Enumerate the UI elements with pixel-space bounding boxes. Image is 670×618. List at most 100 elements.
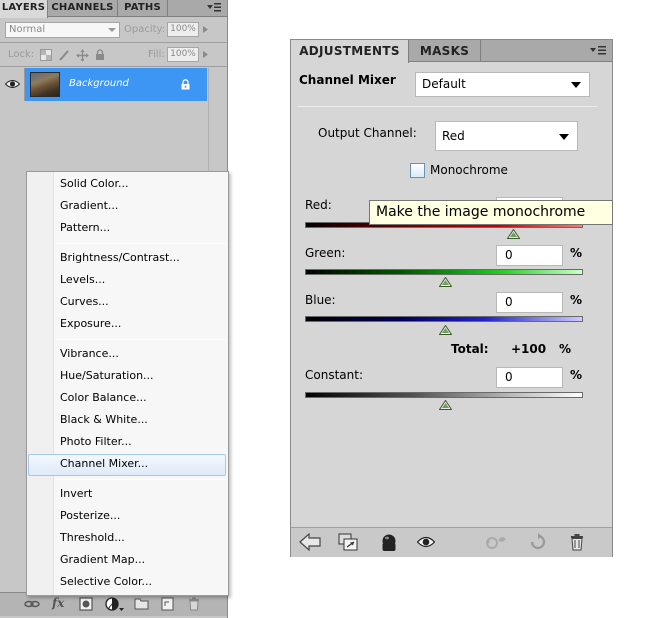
menu-separator <box>56 479 226 480</box>
constant-pct: % <box>570 368 583 382</box>
tab-adjustments[interactable]: ADJUSTMENTS <box>291 40 409 63</box>
eye-icon[interactable] <box>417 536 435 548</box>
adjustments-bottom-toolbar <box>291 527 612 557</box>
expand-view-icon[interactable] <box>338 533 358 551</box>
menu-item-brightness-contrast[interactable]: Brightness/Contrast... <box>60 247 180 269</box>
green-pct: % <box>570 246 583 260</box>
new-group-icon[interactable] <box>134 597 149 610</box>
monochrome-checkbox[interactable] <box>410 163 425 178</box>
reset-icon[interactable] <box>529 533 547 551</box>
menu-item-channel-mixer[interactable]: Channel Mixer... <box>60 453 148 475</box>
output-channel-select[interactable]: Red <box>435 121 578 151</box>
menu-item-curves[interactable]: Curves... <box>60 291 109 313</box>
adjustments-panel: ADJUSTMENTS MASKS Channel Mixer Default … <box>290 39 613 557</box>
menu-item-exposure[interactable]: Exposure... <box>60 313 121 335</box>
menu-gutter <box>27 172 54 595</box>
menu-item-color-balance[interactable]: Color Balance... <box>60 387 147 409</box>
menu-separator <box>56 243 226 244</box>
eye-icon[interactable] <box>5 79 20 89</box>
layer-row-background[interactable]: Background <box>0 68 207 101</box>
link-layers-icon[interactable] <box>24 597 40 611</box>
menu-item-levels[interactable]: Levels... <box>60 269 105 291</box>
fill-arrow-icon[interactable] <box>201 47 210 62</box>
constant-value-input[interactable]: 0 <box>496 367 563 388</box>
fill-input[interactable]: 100% <box>167 47 199 62</box>
menu-separator <box>56 339 226 340</box>
preset-value: Default <box>422 77 466 91</box>
lock-all-icon[interactable] <box>95 49 105 61</box>
panel-menu-icon[interactable] <box>590 45 606 56</box>
menu-item-invert[interactable]: Invert <box>60 483 92 505</box>
tab-paths[interactable]: PATHS <box>118 0 168 17</box>
menu-item-selective-color[interactable]: Selective Color... <box>60 571 152 593</box>
blue-value-input[interactable]: 0 <box>496 292 563 313</box>
chevron-down-icon <box>559 134 569 140</box>
monochrome-label[interactable]: Monochrome <box>430 163 508 177</box>
red-label: Red: <box>305 198 332 212</box>
opacity-label: Opacity: <box>124 24 166 35</box>
menu-item-vibrance[interactable]: Vibrance... <box>60 343 119 365</box>
menu-item-photo-filter[interactable]: Photo Filter... <box>60 431 132 453</box>
adjustment-layer-menu: Solid Color... Gradient... Pattern... Br… <box>26 171 229 596</box>
visibility-toggle[interactable] <box>0 68 25 101</box>
adjustments-tabbar: ADJUSTMENTS MASKS <box>291 40 612 63</box>
lock-icon <box>181 79 190 90</box>
new-layer-icon[interactable] <box>161 597 174 611</box>
constant-slider-thumb[interactable] <box>439 400 452 410</box>
back-arrow-icon[interactable] <box>299 533 321 551</box>
lock-label: Lock: <box>8 49 35 60</box>
preset-select[interactable]: Default <box>415 72 590 97</box>
menu-item-gradient[interactable]: Gradient... <box>60 195 118 217</box>
total-label: Total: <box>451 342 489 356</box>
red-slider-thumb[interactable] <box>507 229 520 239</box>
blend-mode-value: Normal <box>9 24 46 35</box>
menu-item-threshold[interactable]: Threshold... <box>60 527 125 549</box>
green-value-input[interactable]: 0 <box>496 245 563 266</box>
opacity-arrow-icon[interactable] <box>201 22 210 37</box>
layers-tabbar: LAYERS CHANNELS PATHS <box>0 0 227 18</box>
lock-position-icon[interactable] <box>76 49 89 62</box>
constant-slider-track[interactable] <box>305 392 583 398</box>
divider <box>297 106 597 107</box>
layer-style-icon[interactable]: fx <box>52 596 64 610</box>
clip-to-layer-icon[interactable] <box>381 533 397 553</box>
opacity-input[interactable]: 100% <box>167 22 199 37</box>
green-slider-track[interactable] <box>305 269 583 275</box>
tab-channels[interactable]: CHANNELS <box>48 0 118 17</box>
lock-pixels-icon[interactable] <box>58 49 70 61</box>
trash-icon[interactable] <box>188 597 200 611</box>
blue-label: Blue: <box>305 293 336 307</box>
menu-item-gradient-map[interactable]: Gradient Map... <box>60 549 145 571</box>
monochrome-tooltip: Make the image monochrome <box>369 200 613 225</box>
menu-item-pattern[interactable]: Pattern... <box>60 217 110 239</box>
divider <box>0 42 227 43</box>
constant-label: Constant: <box>305 368 363 382</box>
divider <box>0 66 227 67</box>
lock-transparent-icon[interactable] <box>40 49 52 61</box>
blue-slider-track[interactable] <box>305 316 583 322</box>
blue-slider-thumb[interactable] <box>439 325 452 335</box>
add-mask-icon[interactable] <box>79 597 93 611</box>
chevron-down-icon <box>108 28 116 32</box>
menu-item-black-white[interactable]: Black & White... <box>60 409 148 431</box>
menu-item-hue-saturation[interactable]: Hue/Saturation... <box>60 365 154 387</box>
trash-icon[interactable] <box>570 533 584 551</box>
output-channel-value: Red <box>442 129 465 143</box>
tab-layers[interactable]: LAYERS <box>0 0 48 18</box>
tab-masks[interactable]: MASKS <box>409 40 481 62</box>
blend-mode-select[interactable]: Normal <box>5 22 120 38</box>
menu-item-solid-color[interactable]: Solid Color... <box>60 173 129 195</box>
panel-menu-icon[interactable] <box>207 2 221 13</box>
chevron-down-icon <box>571 82 581 88</box>
view-previous-icon[interactable] <box>485 533 507 551</box>
menu-item-posterize[interactable]: Posterize... <box>60 505 120 527</box>
green-slider-thumb[interactable] <box>439 277 452 287</box>
output-channel-label: Output Channel: <box>318 126 417 140</box>
layer-name[interactable]: Background <box>69 78 129 89</box>
green-label: Green: <box>305 246 346 260</box>
blue-pct: % <box>570 293 583 307</box>
new-adjustment-layer-icon[interactable] <box>105 597 125 613</box>
layer-thumbnail <box>30 72 60 97</box>
fill-label: Fill: <box>148 49 165 60</box>
total-pct: % <box>559 342 572 356</box>
